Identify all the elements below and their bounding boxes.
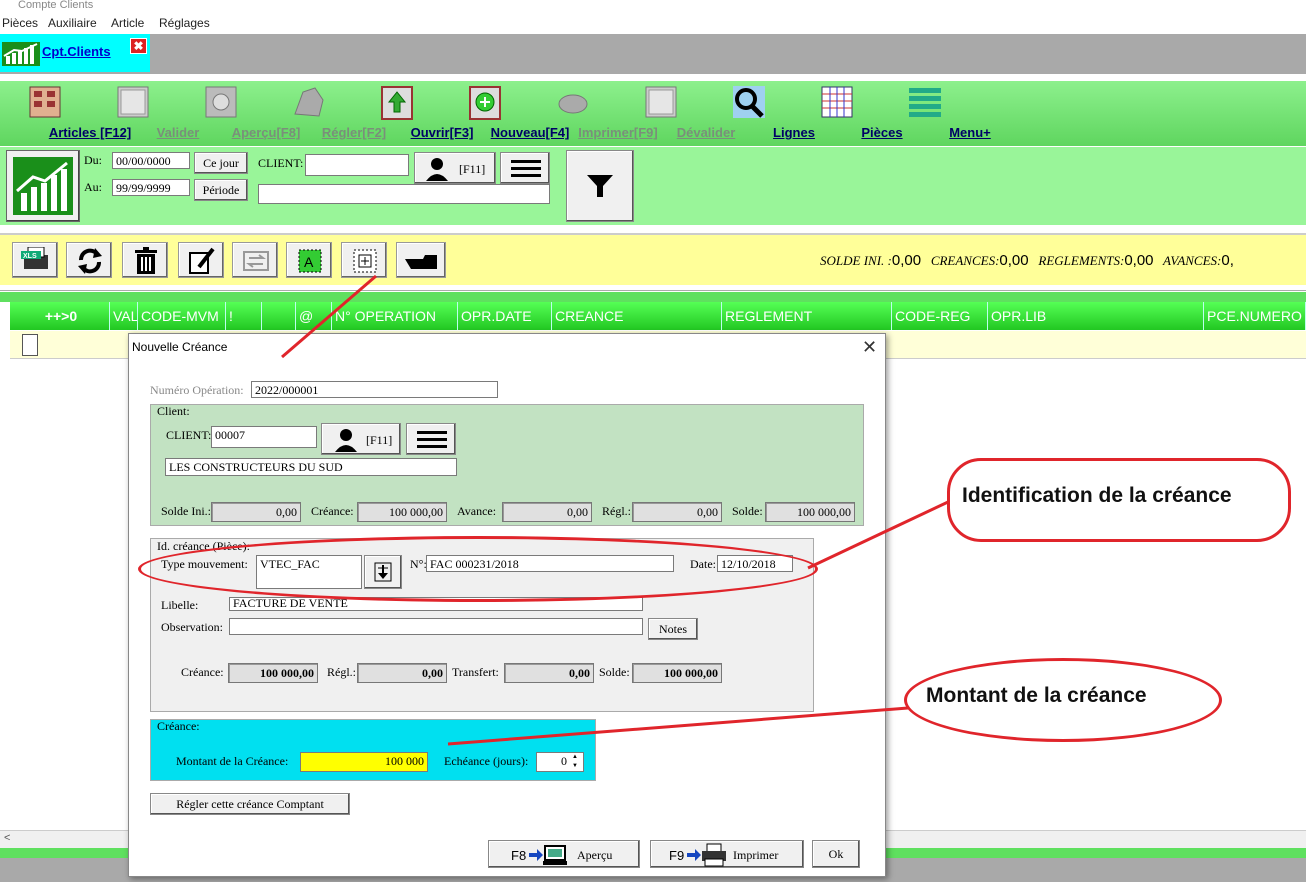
identification-callout-text: Identification de la créance xyxy=(962,484,1232,507)
id-creance-highlight xyxy=(138,536,818,602)
montant-callout-text: Montant de la créance xyxy=(926,684,1147,707)
annotation-lines xyxy=(281,274,949,746)
